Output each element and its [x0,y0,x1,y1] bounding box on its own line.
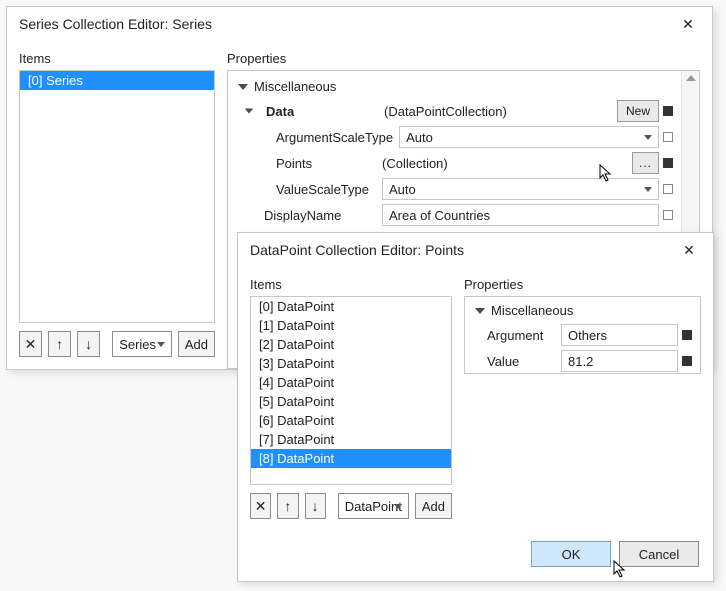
ok-button[interactable]: OK [531,541,611,567]
group-miscellaneous[interactable]: Miscellaneous [473,301,692,322]
delete-button[interactable]: ✕ [19,331,42,357]
close-icon[interactable]: ✕ [674,14,702,34]
items-section-label: Items [19,51,215,70]
chevron-down-icon [475,308,485,314]
list-item[interactable]: [0] Series [20,71,214,90]
move-down-button[interactable]: ↓ [77,331,100,357]
properties-section-label: Properties [464,277,701,296]
items-toolbar: ✕ ↑ ↓ DataPoint Add [250,485,452,531]
list-item[interactable]: [8] DataPoint [251,449,451,468]
type-combo[interactable]: DataPoint [338,493,409,519]
marker-icon [682,356,692,366]
dialog-footer: OK Cancel [238,531,713,581]
chevron-down-icon [238,84,248,90]
datapoint-listbox[interactable]: [0] DataPoint [1] DataPoint [2] DataPoin… [250,296,452,485]
series-listbox[interactable]: [0] Series [19,70,215,323]
dialog-title: Series Collection Editor: Series [19,16,212,32]
valuescaletype-combo[interactable]: Auto [382,178,659,200]
points-ellipsis-button[interactable]: ... [632,152,659,174]
marker-icon [663,132,673,142]
datapoint-editor-dialog: DataPoint Collection Editor: Points ✕ It… [237,232,714,582]
items-toolbar: ✕ ↑ ↓ Series Add [19,323,215,369]
items-section-label: Items [250,277,452,296]
list-item[interactable]: [1] DataPoint [251,316,451,335]
prop-argument: Argument Others [473,322,692,348]
properties-section-label: Properties [227,51,700,70]
add-button[interactable]: Add [178,331,215,357]
prop-argumentscaletype: ArgumentScaleType Auto [236,124,673,150]
group-miscellaneous[interactable]: Miscellaneous [236,77,673,98]
property-grid: Miscellaneous Argument Others Value 81.2 [464,296,701,374]
marker-icon [663,158,673,168]
value-input[interactable]: 81.2 [561,350,678,372]
marker-icon [663,184,673,194]
marker-icon [663,210,673,220]
scroll-up-icon [686,75,696,81]
add-button[interactable]: Add [415,493,452,519]
prop-value: Value 81.2 [473,348,692,374]
list-item[interactable]: [6] DataPoint [251,411,451,430]
move-up-button[interactable]: ↑ [48,331,71,357]
titlebar: Series Collection Editor: Series ✕ [7,7,712,41]
list-item[interactable]: [3] DataPoint [251,354,451,373]
marker-icon [682,330,692,340]
type-combo[interactable]: Series [112,331,172,357]
new-button[interactable]: New [617,100,659,122]
list-item[interactable]: [7] DataPoint [251,430,451,449]
prop-displayname: DisplayName Area of Countries [236,202,673,228]
chevron-down-icon[interactable] [245,108,254,113]
titlebar: DataPoint Collection Editor: Points ✕ [238,233,713,267]
argumentscaletype-combo[interactable]: Auto [399,126,659,148]
prop-valuescaletype: ValueScaleType Auto [236,176,673,202]
list-item[interactable]: [2] DataPoint [251,335,451,354]
displayname-input[interactable]: Area of Countries [382,204,659,226]
move-up-button[interactable]: ↑ [277,493,298,519]
cancel-button[interactable]: Cancel [619,541,699,567]
marker-icon [663,106,673,116]
move-down-button[interactable]: ↓ [305,493,326,519]
list-item[interactable]: [5] DataPoint [251,392,451,411]
prop-data: Data (DataPointCollection) New [236,98,673,124]
close-icon[interactable]: ✕ [675,240,703,260]
prop-points: Points (Collection) ... [236,150,673,176]
dialog-title: DataPoint Collection Editor: Points [250,242,464,258]
argument-input[interactable]: Others [561,324,678,346]
delete-button[interactable]: ✕ [250,493,271,519]
list-item[interactable]: [0] DataPoint [251,297,451,316]
list-item[interactable]: [4] DataPoint [251,373,451,392]
